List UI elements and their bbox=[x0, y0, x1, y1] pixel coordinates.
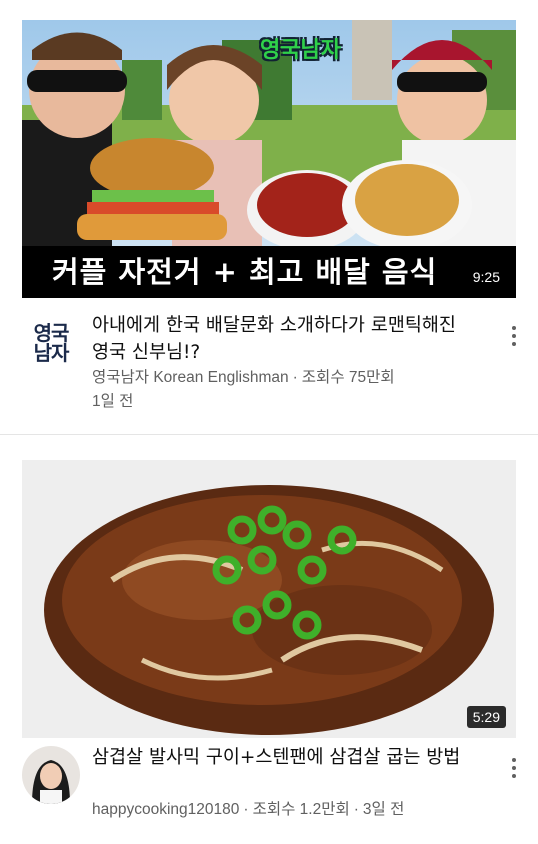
upload-age: 3일 전 bbox=[362, 801, 405, 818]
view-count: 조회수 1.2만회 bbox=[252, 801, 350, 818]
thumbnail-watermark: 영국남자 bbox=[260, 38, 341, 63]
channel-avatar[interactable] bbox=[22, 746, 80, 804]
separator: · bbox=[292, 369, 298, 386]
more-vert-icon[interactable] bbox=[508, 322, 520, 350]
video-title[interactable]: 삼겹살 발사믹 구이+스텐팬에 삼겹살 굽는 방법 bbox=[92, 744, 472, 771]
video-title[interactable]: 아내에게 한국 배달문화 소개하다가 로맨틱해진 영국 신부님!? bbox=[92, 312, 472, 366]
duration-badge: 5:29 bbox=[466, 706, 506, 728]
avatar-image bbox=[22, 746, 80, 804]
thumbnail-image bbox=[22, 460, 516, 738]
video-thumbnail[interactable]: 5:29 bbox=[22, 460, 516, 738]
divider bbox=[0, 434, 538, 435]
channel-name[interactable]: 영국남자 Korean Englishman bbox=[92, 369, 289, 386]
upload-age: 1일 전 bbox=[92, 393, 134, 410]
video-thumbnail[interactable]: 영국남자 커플 자전거 + 최고 배달 음식 9:25 bbox=[22, 20, 516, 298]
video-byline: 영국남자 Korean Englishman · 조회수 75만회 bbox=[92, 366, 395, 390]
more-vert-icon[interactable] bbox=[508, 754, 520, 782]
separator: · bbox=[243, 801, 249, 818]
view-count: 조회수 75만회 bbox=[301, 369, 395, 386]
thumbnail-caption: 커플 자전거 + 최고 배달 음식 bbox=[22, 246, 516, 298]
channel-name[interactable]: happycooking120180 bbox=[92, 801, 239, 818]
separator: · bbox=[353, 801, 359, 818]
channel-avatar[interactable]: 영국 남자 bbox=[22, 314, 80, 372]
video-byline: happycooking120180 · 조회수 1.2만회 · 3일 전 bbox=[92, 798, 404, 822]
channel-logo-line1: 영국 bbox=[33, 321, 70, 345]
channel-logo-line2: 남자 bbox=[33, 341, 70, 365]
duration-badge: 9:25 bbox=[466, 266, 506, 288]
